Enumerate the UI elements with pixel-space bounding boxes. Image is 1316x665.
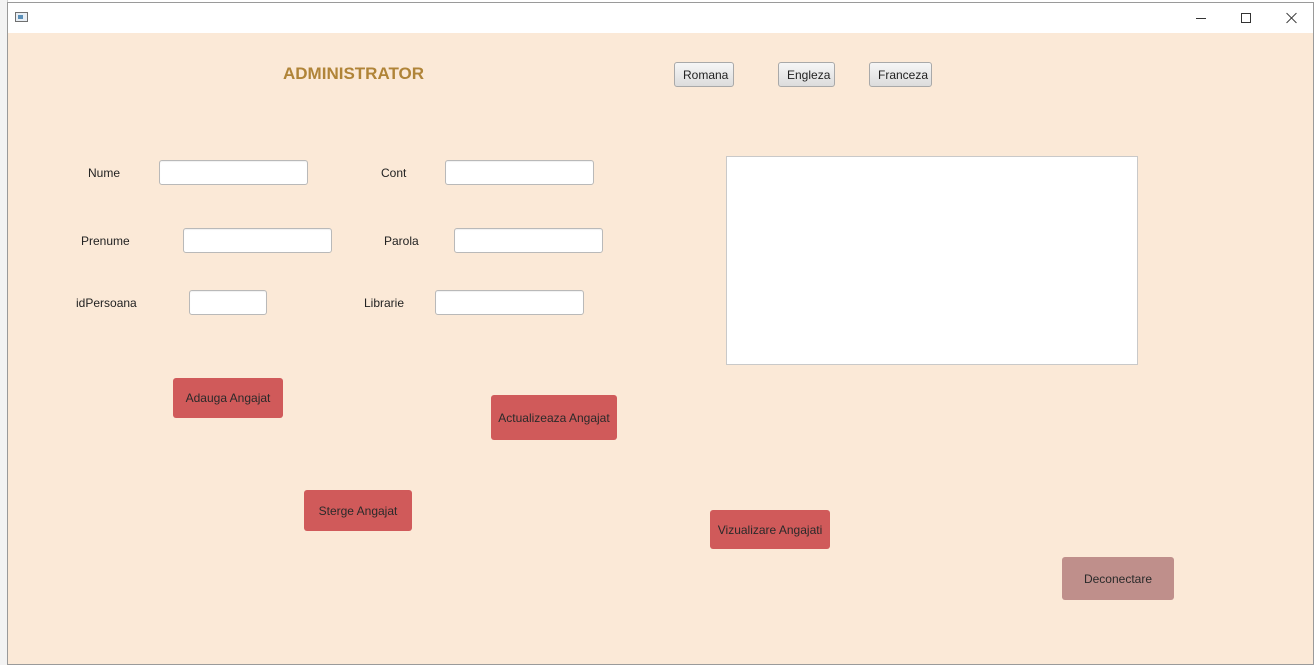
close-icon xyxy=(1286,12,1298,24)
page-title: ADMINISTRATOR xyxy=(283,64,425,83)
vizualizare-angajati-button[interactable]: Vizualizare Angajati xyxy=(710,510,830,549)
nume-field[interactable] xyxy=(159,160,308,185)
parola-field[interactable] xyxy=(454,228,603,253)
cont-label: Cont xyxy=(381,166,407,180)
actualizeaza-angajat-button[interactable]: Actualizeaza Angajat xyxy=(491,395,617,440)
librarie-field[interactable] xyxy=(435,290,584,315)
minimize-button[interactable] xyxy=(1178,3,1224,33)
admin-panel: ADMINISTRATOR Romana Engleza Franceza Nu… xyxy=(8,33,1313,664)
maximize-button[interactable] xyxy=(1223,3,1269,33)
deconectare-button[interactable]: Deconectare xyxy=(1062,557,1174,600)
results-textarea[interactable] xyxy=(726,156,1138,365)
idpersoana-field[interactable] xyxy=(189,290,267,315)
idpersoana-label: idPersoana xyxy=(76,296,137,310)
language-engleza-button[interactable]: Engleza xyxy=(778,62,835,87)
app-window-icon xyxy=(15,12,28,22)
prenume-label: Prenume xyxy=(81,234,130,248)
librarie-label: Librarie xyxy=(364,296,405,310)
close-button[interactable] xyxy=(1269,3,1315,33)
title-bar xyxy=(8,3,1313,33)
language-romana-button[interactable]: Romana xyxy=(674,62,734,87)
minimize-icon xyxy=(1196,17,1206,19)
nume-label: Nume xyxy=(88,166,121,180)
prenume-field[interactable] xyxy=(183,228,332,253)
sterge-angajat-button[interactable]: Sterge Angajat xyxy=(304,490,412,531)
maximize-icon xyxy=(1241,13,1251,23)
parola-label: Parola xyxy=(384,234,419,248)
app-window: ADMINISTRATOR Romana Engleza Franceza Nu… xyxy=(7,2,1314,665)
cont-field[interactable] xyxy=(445,160,594,185)
adauga-angajat-button[interactable]: Adauga Angajat xyxy=(173,378,283,418)
language-franceza-button[interactable]: Franceza xyxy=(869,62,932,87)
